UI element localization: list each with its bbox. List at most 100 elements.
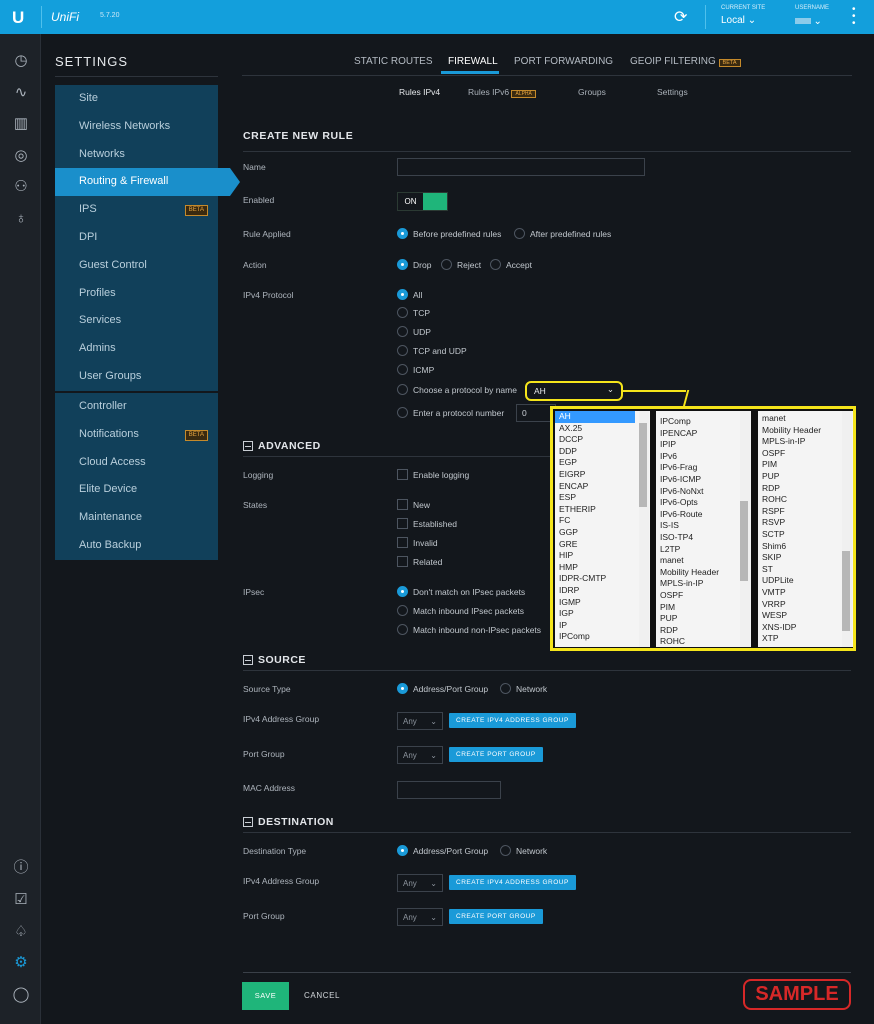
protocol-option[interactable]: VMTP [758, 587, 853, 599]
protocol-option[interactable]: IPComp [656, 416, 751, 428]
protocol-option[interactable]: IPv6-Frag [656, 462, 751, 474]
protocol-option[interactable]: ENCAP [555, 481, 650, 493]
sidebar-item-dpi[interactable]: DPI [55, 224, 218, 252]
protocol-option[interactable]: IPv6-Route [656, 509, 751, 521]
radio-protocol-udp[interactable]: UDP [397, 326, 431, 337]
site-selector[interactable]: Local ⌄ [721, 15, 756, 26]
protocol-option[interactable]: MPLS-in-IP [656, 578, 751, 590]
protocol-option[interactable]: RDP [758, 483, 853, 495]
alerts-bell-icon[interactable]: ♤ [12, 923, 30, 941]
protocol-option[interactable]: IGMP [555, 597, 650, 609]
sidebar-item-routing-firewall[interactable]: Routing & Firewall [55, 168, 240, 197]
state-invalid-checkbox[interactable]: Invalid [397, 537, 438, 548]
enable-logging-checkbox[interactable]: Enable logging [397, 469, 469, 480]
map-icon[interactable]: ▥ [12, 115, 30, 133]
protocol-option[interactable]: IDRP [555, 585, 650, 597]
radio-protocol-by-number[interactable]: Enter a protocol number [397, 407, 504, 418]
devices-icon[interactable]: ◎ [12, 147, 30, 165]
subtab-rules-ipv6[interactable]: Rules IPv6 ALPHA [468, 87, 536, 99]
subtab-settings[interactable]: Settings [657, 87, 688, 97]
advanced-section-header[interactable]: ADVANCED [243, 440, 321, 452]
protocol-option[interactable]: ETHERIP [555, 504, 650, 516]
protocol-option[interactable]: HMP [555, 562, 650, 574]
protocol-option[interactable]: ESP [555, 492, 650, 504]
scrollbar[interactable] [740, 411, 750, 647]
refresh-icon[interactable]: ⟳ [674, 7, 687, 27]
protocol-option[interactable]: IPv6-ICMP [656, 474, 751, 486]
mac-address-input[interactable] [397, 781, 501, 799]
protocol-option[interactable]: XTP [758, 633, 853, 645]
scrollbar[interactable] [639, 411, 649, 647]
protocol-option[interactable]: HIP [555, 550, 650, 562]
scrollbar[interactable] [842, 411, 852, 647]
more-menu-icon[interactable]: • • • [852, 5, 856, 29]
protocol-option[interactable]: IDPR-CMTP [555, 573, 650, 585]
protocol-option[interactable]: IPIP [656, 439, 751, 451]
protocol-option[interactable]: OSPF [656, 590, 751, 602]
sidebar-item-elite-device[interactable]: Elite Device [55, 476, 218, 504]
sidebar-item-wireless-networks[interactable]: Wireless Networks [55, 113, 218, 141]
protocol-list-2[interactable]: IPComp IPENCAP IPIP IPv6 IPv6-Frag IPv6-ICMP I… [656, 411, 751, 647]
radio-after-predefined[interactable]: After predefined rules [514, 228, 611, 239]
name-input[interactable] [397, 158, 645, 176]
tab-firewall[interactable]: FIREWALL [448, 56, 498, 67]
clients-icon[interactable]: ⚇ [12, 178, 30, 196]
protocol-option[interactable]: IPv6 [656, 451, 751, 463]
state-related-checkbox[interactable]: Related [397, 556, 442, 567]
protocol-option[interactable]: PIM [758, 459, 853, 471]
settings-gear-icon[interactable]: ⚙ [12, 954, 30, 972]
protocol-option[interactable]: OSPF [758, 448, 853, 460]
sidebar-item-ips[interactable]: IPS BETA [55, 196, 218, 224]
protocol-option[interactable]: SCTP [758, 529, 853, 541]
radio-dest-network[interactable]: Network [500, 845, 547, 856]
chat-icon[interactable]: ◯ [12, 986, 30, 1004]
statistics-icon[interactable]: ∿ [12, 84, 30, 102]
tab-static-routes[interactable]: STATIC ROUTES [354, 56, 433, 67]
dashboard-icon[interactable]: ◷ [12, 52, 30, 70]
protocol-option[interactable]: UDPLite [758, 575, 853, 587]
sidebar-item-admins[interactable]: Admins [55, 335, 218, 363]
dest-port-group-select[interactable]: Any ⌄ [397, 908, 443, 926]
protocol-option[interactable]: IGP [555, 608, 650, 620]
protocol-option[interactable]: RSVP [758, 517, 853, 529]
username-selector[interactable]: ⌄ [795, 16, 831, 27]
protocol-option[interactable]: FC [555, 515, 650, 527]
protocol-option[interactable]: IPv6-NoNxt [656, 486, 751, 498]
protocol-option[interactable]: ISO-TP4 [656, 532, 751, 544]
protocol-option[interactable]: Mobility Header [656, 567, 751, 579]
protocol-option[interactable]: Shim6 [758, 541, 853, 553]
radio-ipsec-non-ipsec[interactable]: Match inbound non-IPsec packets [397, 624, 541, 635]
sidebar-item-guest-control[interactable]: Guest Control [55, 252, 218, 280]
insights-icon[interactable]: ♁ [12, 210, 30, 228]
protocol-option[interactable]: IPv6-Opts [656, 497, 751, 509]
info-icon[interactable]: ⓘ [12, 859, 30, 877]
tab-geoip-filtering[interactable]: GEOIP FILTERING BETA [630, 56, 741, 68]
tab-port-forwarding[interactable]: PORT FORWARDING [514, 56, 613, 67]
enabled-toggle[interactable]: ON [397, 192, 448, 211]
protocol-option[interactable]: VRRP [758, 599, 853, 611]
radio-ipsec-dont-match[interactable]: Don't match on IPsec packets [397, 586, 525, 597]
protocol-option[interactable]: Mobility Header [758, 425, 853, 437]
sidebar-item-networks[interactable]: Networks [55, 141, 218, 169]
state-new-checkbox[interactable]: New [397, 499, 430, 510]
protocol-option[interactable]: RDP [656, 625, 751, 637]
sidebar-item-controller[interactable]: Controller [55, 393, 218, 421]
protocol-option[interactable]: IPComp [555, 631, 650, 643]
source-port-group-select[interactable]: Any ⌄ [397, 746, 443, 764]
protocol-option[interactable]: SKIP [758, 552, 853, 564]
protocol-option[interactable]: IPENCAP [656, 428, 751, 440]
create-port-group-button[interactable]: CREATE PORT GROUP [449, 747, 543, 762]
protocol-option[interactable]: ROHC [656, 636, 751, 647]
protocol-option[interactable]: RSPF [758, 506, 853, 518]
dest-create-ipv4-address-group-button[interactable]: CREATE IPV4 ADDRESS GROUP [449, 875, 576, 890]
radio-dest-address-port-group[interactable]: Address/Port Group [397, 845, 488, 856]
sidebar-item-auto-backup[interactable]: Auto Backup [55, 532, 218, 560]
radio-protocol-by-name[interactable]: Choose a protocol by name [397, 384, 517, 395]
protocol-option[interactable]: PUP [656, 613, 751, 625]
protocol-option[interactable]: WESP [758, 610, 853, 622]
source-section-header[interactable]: SOURCE [243, 654, 306, 666]
destination-section-header[interactable]: DESTINATION [243, 816, 334, 828]
subtab-groups[interactable]: Groups [578, 87, 606, 97]
protocol-option[interactable]: L2TP [656, 544, 751, 556]
protocol-option[interactable]: PIM [656, 602, 751, 614]
